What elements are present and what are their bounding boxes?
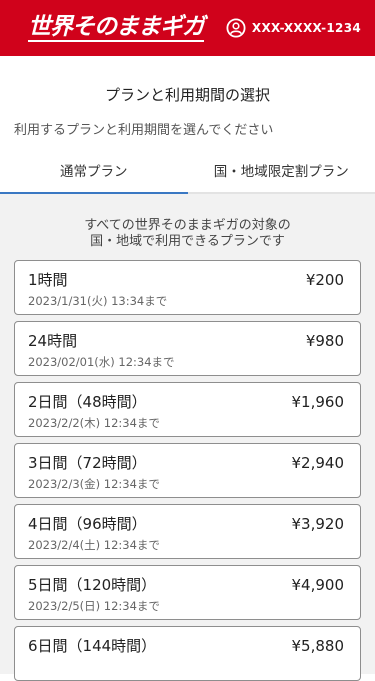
plan-price: ¥4,900: [292, 575, 345, 595]
plan-option-5d[interactable]: 5日間（120時間） ¥4,900 2023/2/5(日) 12:34まで: [14, 565, 361, 620]
tab-standard-plan[interactable]: 通常プラン: [0, 156, 188, 194]
plan-name: 1時間: [28, 270, 346, 290]
plan-notice: すべての世界そのままギガの対象の 国・地域で利用できるプランです: [14, 218, 361, 250]
notice-line-1: すべての世界そのままギガの対象の: [14, 218, 361, 234]
plan-list-area: すべての世界そのままギガの対象の 国・地域で利用できるプランです 1時間 ¥20…: [0, 194, 375, 674]
plan-option-6d[interactable]: 6日間（144時間） ¥5,880: [14, 626, 361, 681]
plan-tabs: 通常プラン 国・地域限定割プラン: [0, 156, 375, 194]
plan-price: ¥980: [306, 331, 344, 351]
plan-price: ¥2,940: [292, 453, 345, 473]
tab-region-limited-plan[interactable]: 国・地域限定割プラン: [188, 156, 375, 194]
app-header: 世界そのままギガ XXX-XXXX-1234: [0, 0, 375, 56]
plan-price: ¥200: [306, 270, 344, 290]
plan-valid-until: 2023/2/5(日) 12:34まで: [28, 598, 346, 614]
page-subtitle: 利用するプランと利用期間を選んでください: [0, 105, 375, 138]
title-area: プランと利用期間の選択 利用するプランと利用期間を選んでください 通常プラン 国…: [0, 56, 375, 194]
plan-valid-until: 2023/2/2(木) 12:34まで: [28, 415, 346, 431]
plan-option-1h[interactable]: 1時間 ¥200 2023/1/31(火) 13:34まで: [14, 260, 361, 315]
plan-price: ¥3,920: [292, 514, 345, 534]
notice-line-2: 国・地域で利用できるプランです: [14, 234, 361, 250]
plan-name: 24時間: [28, 331, 346, 351]
user-icon: [226, 18, 246, 38]
plan-option-3d[interactable]: 3日間（72時間） ¥2,940 2023/2/3(金) 12:34まで: [14, 443, 361, 498]
page-title: プランと利用期間の選択: [0, 56, 375, 105]
plan-price: ¥5,880: [292, 636, 345, 656]
plan-price: ¥1,960: [292, 392, 345, 412]
plan-valid-until: 2023/2/3(金) 12:34まで: [28, 476, 346, 492]
plan-option-24h[interactable]: 24時間 ¥980 2023/02/01(水) 12:34まで: [14, 321, 361, 376]
plan-option-2d[interactable]: 2日間（48時間） ¥1,960 2023/2/2(木) 12:34まで: [14, 382, 361, 437]
plan-valid-until: 2023/02/01(水) 12:34まで: [28, 354, 346, 370]
account-number: XXX-XXXX-1234: [252, 21, 361, 35]
logo[interactable]: 世界そのままギガ: [28, 15, 204, 42]
plan-option-4d[interactable]: 4日間（96時間） ¥3,920 2023/2/4(土) 12:34まで: [14, 504, 361, 559]
plan-valid-until: 2023/1/31(火) 13:34まで: [28, 293, 346, 309]
plan-valid-until: 2023/2/4(土) 12:34まで: [28, 537, 346, 553]
account-info[interactable]: XXX-XXXX-1234: [226, 18, 361, 38]
